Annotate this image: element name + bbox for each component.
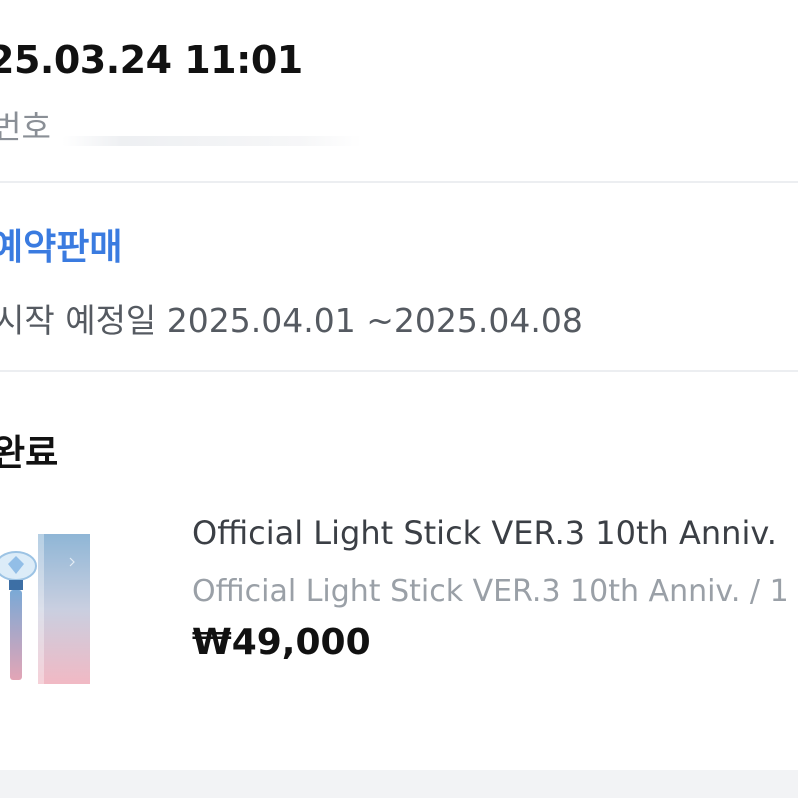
product-thumbnail[interactable] <box>0 520 120 695</box>
order-status-section: 완료 Official Light Stick VER.3 10th Anniv… <box>0 372 798 770</box>
order-number-label: 번호 <box>0 108 51 146</box>
product-name[interactable]: Official Light Stick VER.3 10th Anniv. <box>192 514 777 552</box>
order-number-value-redacted <box>62 136 362 146</box>
order-status-title: 완료 <box>0 433 59 474</box>
product-price: ₩49,000 <box>192 622 371 663</box>
preorder-section: 예약판매 시작 예정일 2025.04.01 ~2025.04.08 <box>0 183 798 370</box>
shipping-schedule-text: 시작 예정일 2025.04.01 ~2025.04.08 <box>0 301 583 340</box>
light-stick-product-image <box>0 534 90 684</box>
order-detail-card: 25.03.24 11:01 번호 예약판매 시작 예정일 2025.04.01… <box>0 0 798 770</box>
preorder-badge-title: 예약판매 <box>0 227 123 268</box>
order-info-section: 25.03.24 11:01 번호 <box>0 0 798 182</box>
product-option: Official Light Stick VER.3 10th Anniv. /… <box>192 574 798 609</box>
order-date: 25.03.24 11:01 <box>0 38 303 82</box>
